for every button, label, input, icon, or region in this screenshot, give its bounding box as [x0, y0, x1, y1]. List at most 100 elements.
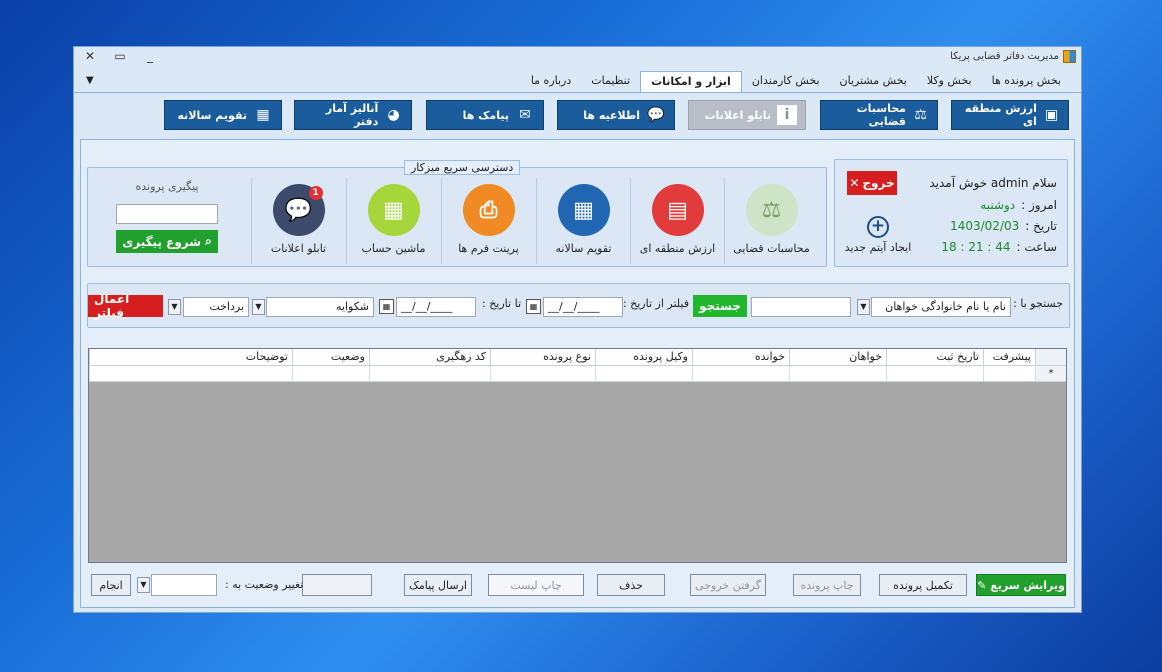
maximize-button[interactable]: ▭: [112, 49, 128, 63]
today-row: امروز : دوشنبه: [980, 198, 1057, 212]
complete-case-button[interactable]: تکمیل پرونده: [879, 574, 967, 596]
column-header[interactable]: کد رهگیری: [369, 349, 490, 365]
chevron-down-icon[interactable]: ▼: [137, 577, 150, 593]
zone-value-button[interactable]: ارزش منطقه ای ▣: [951, 100, 1069, 130]
column-header[interactable]: توضیحات: [89, 349, 292, 365]
follow-up-section: پیگیری پرونده شروع پیگیری ⌕: [88, 168, 246, 268]
apply-filter-button[interactable]: اعمال فیلتر: [88, 292, 163, 320]
table-header: پیشرفت تاریخ ثبت خواهان خوانده وکیل پرون…: [89, 349, 1066, 366]
do-button[interactable]: انجام: [91, 574, 131, 596]
welcome-text: سلام admin خوش آمدید: [929, 176, 1057, 190]
status-value-box: [302, 574, 372, 596]
quick-print-forms[interactable]: ⎙ پرینت فرم ها: [441, 178, 535, 264]
calendar-icon: ▦: [557, 184, 610, 236]
print-case-button[interactable]: چاپ پرونده: [793, 574, 861, 596]
chevron-down-icon[interactable]: ▼: [857, 299, 870, 315]
to-date-input[interactable]: __/__/____: [396, 297, 476, 317]
filter-from-label: فیلتر از تاریخ :: [622, 297, 689, 310]
new-row-marker: *: [1035, 366, 1066, 381]
search-by-select[interactable]: نام یا نام خانوادگی خواهان: [871, 297, 1011, 317]
money-icon: ▣: [1044, 107, 1059, 123]
search-icon: ⌕: [205, 234, 212, 248]
ribbon-collapse-icon[interactable]: ▼: [86, 75, 94, 86]
judicial-calc-button[interactable]: محاسبات قضایی ⚖: [820, 100, 938, 130]
quick-notice-board[interactable]: 💬 1 تابلو اعلانات: [251, 178, 345, 264]
column-header[interactable]: پیشرفت: [983, 349, 1035, 365]
scale-icon: ⚖: [745, 184, 798, 236]
chart-board-icon: ▤: [651, 184, 704, 236]
title-bar: مدیریت دفاتر قضایی پریکا ✕ ▭ _: [74, 47, 1081, 69]
window-title: مدیریت دفاتر قضایی پریکا: [950, 51, 1059, 62]
row-header-corner: [1035, 349, 1066, 365]
main-content: سلام admin خوش آمدید ✕ خروج امروز : دوشن…: [80, 139, 1075, 608]
calendar-icon[interactable]: ▦: [379, 299, 394, 314]
chat-icon: 💬: [647, 107, 665, 123]
message-icon: 💬 1: [272, 184, 325, 236]
cases-table: پیشرفت تاریخ ثبت خواهان خوانده وکیل پرون…: [88, 348, 1067, 563]
notice-board-button[interactable]: تابلو اعلانات i: [688, 100, 806, 130]
payment-select[interactable]: برداخت: [183, 297, 249, 317]
print-list-button[interactable]: چاپ لیست: [488, 574, 584, 596]
follow-up-title: پیگیری پرونده: [135, 180, 199, 193]
calendar-icon[interactable]: ▦: [526, 299, 541, 314]
plus-icon: +: [867, 216, 889, 238]
chevron-down-icon[interactable]: ▼: [168, 299, 181, 315]
follow-up-input[interactable]: [116, 204, 218, 224]
bottom-toolbar: ویرایش سریع ✎ تکمیل پرونده چاپ پرونده گر…: [81, 566, 1074, 608]
tab-settings[interactable]: تنظیمات: [581, 71, 640, 92]
quick-edit-button[interactable]: ویرایش سریع ✎: [976, 574, 1066, 596]
case-type-select[interactable]: شکوایه: [266, 297, 374, 317]
quick-judicial-calc[interactable]: ⚖ محاسبات قضایی: [724, 178, 818, 264]
tab-cases[interactable]: بخش پرونده ها: [982, 71, 1071, 92]
welcome-panel: سلام admin خوش آمدید ✕ خروج امروز : دوشن…: [834, 159, 1068, 267]
search-button[interactable]: جستجو: [693, 295, 747, 317]
exit-button[interactable]: ✕ خروج: [847, 171, 897, 195]
close-button[interactable]: ✕: [82, 49, 98, 63]
search-by-label: جستجو با :: [1013, 297, 1063, 310]
chevron-down-icon[interactable]: ▼: [252, 299, 265, 315]
tab-employees[interactable]: بخش کارمندان: [742, 71, 830, 92]
close-icon: ✕: [849, 176, 860, 190]
pencil-icon: ✎: [977, 578, 987, 592]
column-header[interactable]: وضعیت: [292, 349, 369, 365]
search-filter-bar: جستجو با : نام یا نام خانوادگی خواهان ▼ …: [87, 283, 1070, 328]
start-follow-up-button[interactable]: شروع پیگیری ⌕: [116, 230, 218, 253]
stats-button[interactable]: آنالیز آمار دفتر ◕: [294, 100, 412, 130]
envelope-icon: ✉: [519, 107, 531, 123]
tab-bar: ▼ بخش پرونده ها بخش وکلا بخش مشتریان بخش…: [74, 69, 1081, 93]
new-item-button[interactable]: + ایجاد آیتم جدید: [843, 216, 913, 254]
status-select[interactable]: [151, 574, 217, 596]
minimize-button[interactable]: _: [142, 49, 158, 63]
sms-button[interactable]: پیامک ها ✉: [426, 100, 544, 130]
column-header[interactable]: خوانده: [692, 349, 789, 365]
tab-customers[interactable]: بخش مشتریان: [830, 71, 917, 92]
ribbon: ارزش منطقه ای ▣ محاسبات قضایی ⚖ تابلو اع…: [74, 93, 1081, 137]
send-sms-button[interactable]: ارسال پیامک: [404, 574, 472, 596]
date-row: تاریخ : 1403/02/03: [950, 219, 1057, 233]
column-header[interactable]: وکیل پرونده: [595, 349, 692, 365]
notification-badge: 1: [308, 186, 323, 200]
column-header[interactable]: نوع پرونده: [490, 349, 595, 365]
quick-access-legend: دسترسی سریع میزکار: [404, 160, 521, 175]
app-window: مدیریت دفاتر قضایی پریکا ✕ ▭ _ ▼ بخش پرو…: [73, 46, 1082, 613]
quick-calculator[interactable]: ▦ ماشین حساب: [346, 178, 440, 264]
column-header[interactable]: خواهان: [789, 349, 886, 365]
tab-lawyers[interactable]: بخش وکلا: [917, 71, 982, 92]
column-header[interactable]: تاریخ ثبت: [886, 349, 983, 365]
export-button[interactable]: گرفتن خروجی: [690, 574, 766, 596]
calendar-button[interactable]: تقویم سالانه ▦: [164, 100, 282, 130]
scale-icon: ⚖: [914, 107, 927, 123]
search-input[interactable]: [751, 297, 851, 317]
tab-tools[interactable]: ابزار و امکانات: [640, 71, 742, 92]
app-icon: [1063, 50, 1076, 63]
tab-about[interactable]: درباره ما: [521, 71, 581, 92]
announcements-button[interactable]: اطلاعیه ها 💬: [557, 100, 675, 130]
quick-calendar[interactable]: ▦ تقویم سالانه: [536, 178, 630, 264]
printer-icon: ⎙: [462, 184, 515, 236]
table-row[interactable]: *: [89, 366, 1066, 382]
quick-zone-value[interactable]: ▤ ارزش منطقه ای: [630, 178, 724, 264]
change-status-label: تغییر وضعیت به :: [225, 578, 304, 591]
calendar-icon: ▦: [256, 107, 270, 123]
delete-button[interactable]: حذف: [597, 574, 665, 596]
from-date-input[interactable]: __/__/____: [543, 297, 623, 317]
